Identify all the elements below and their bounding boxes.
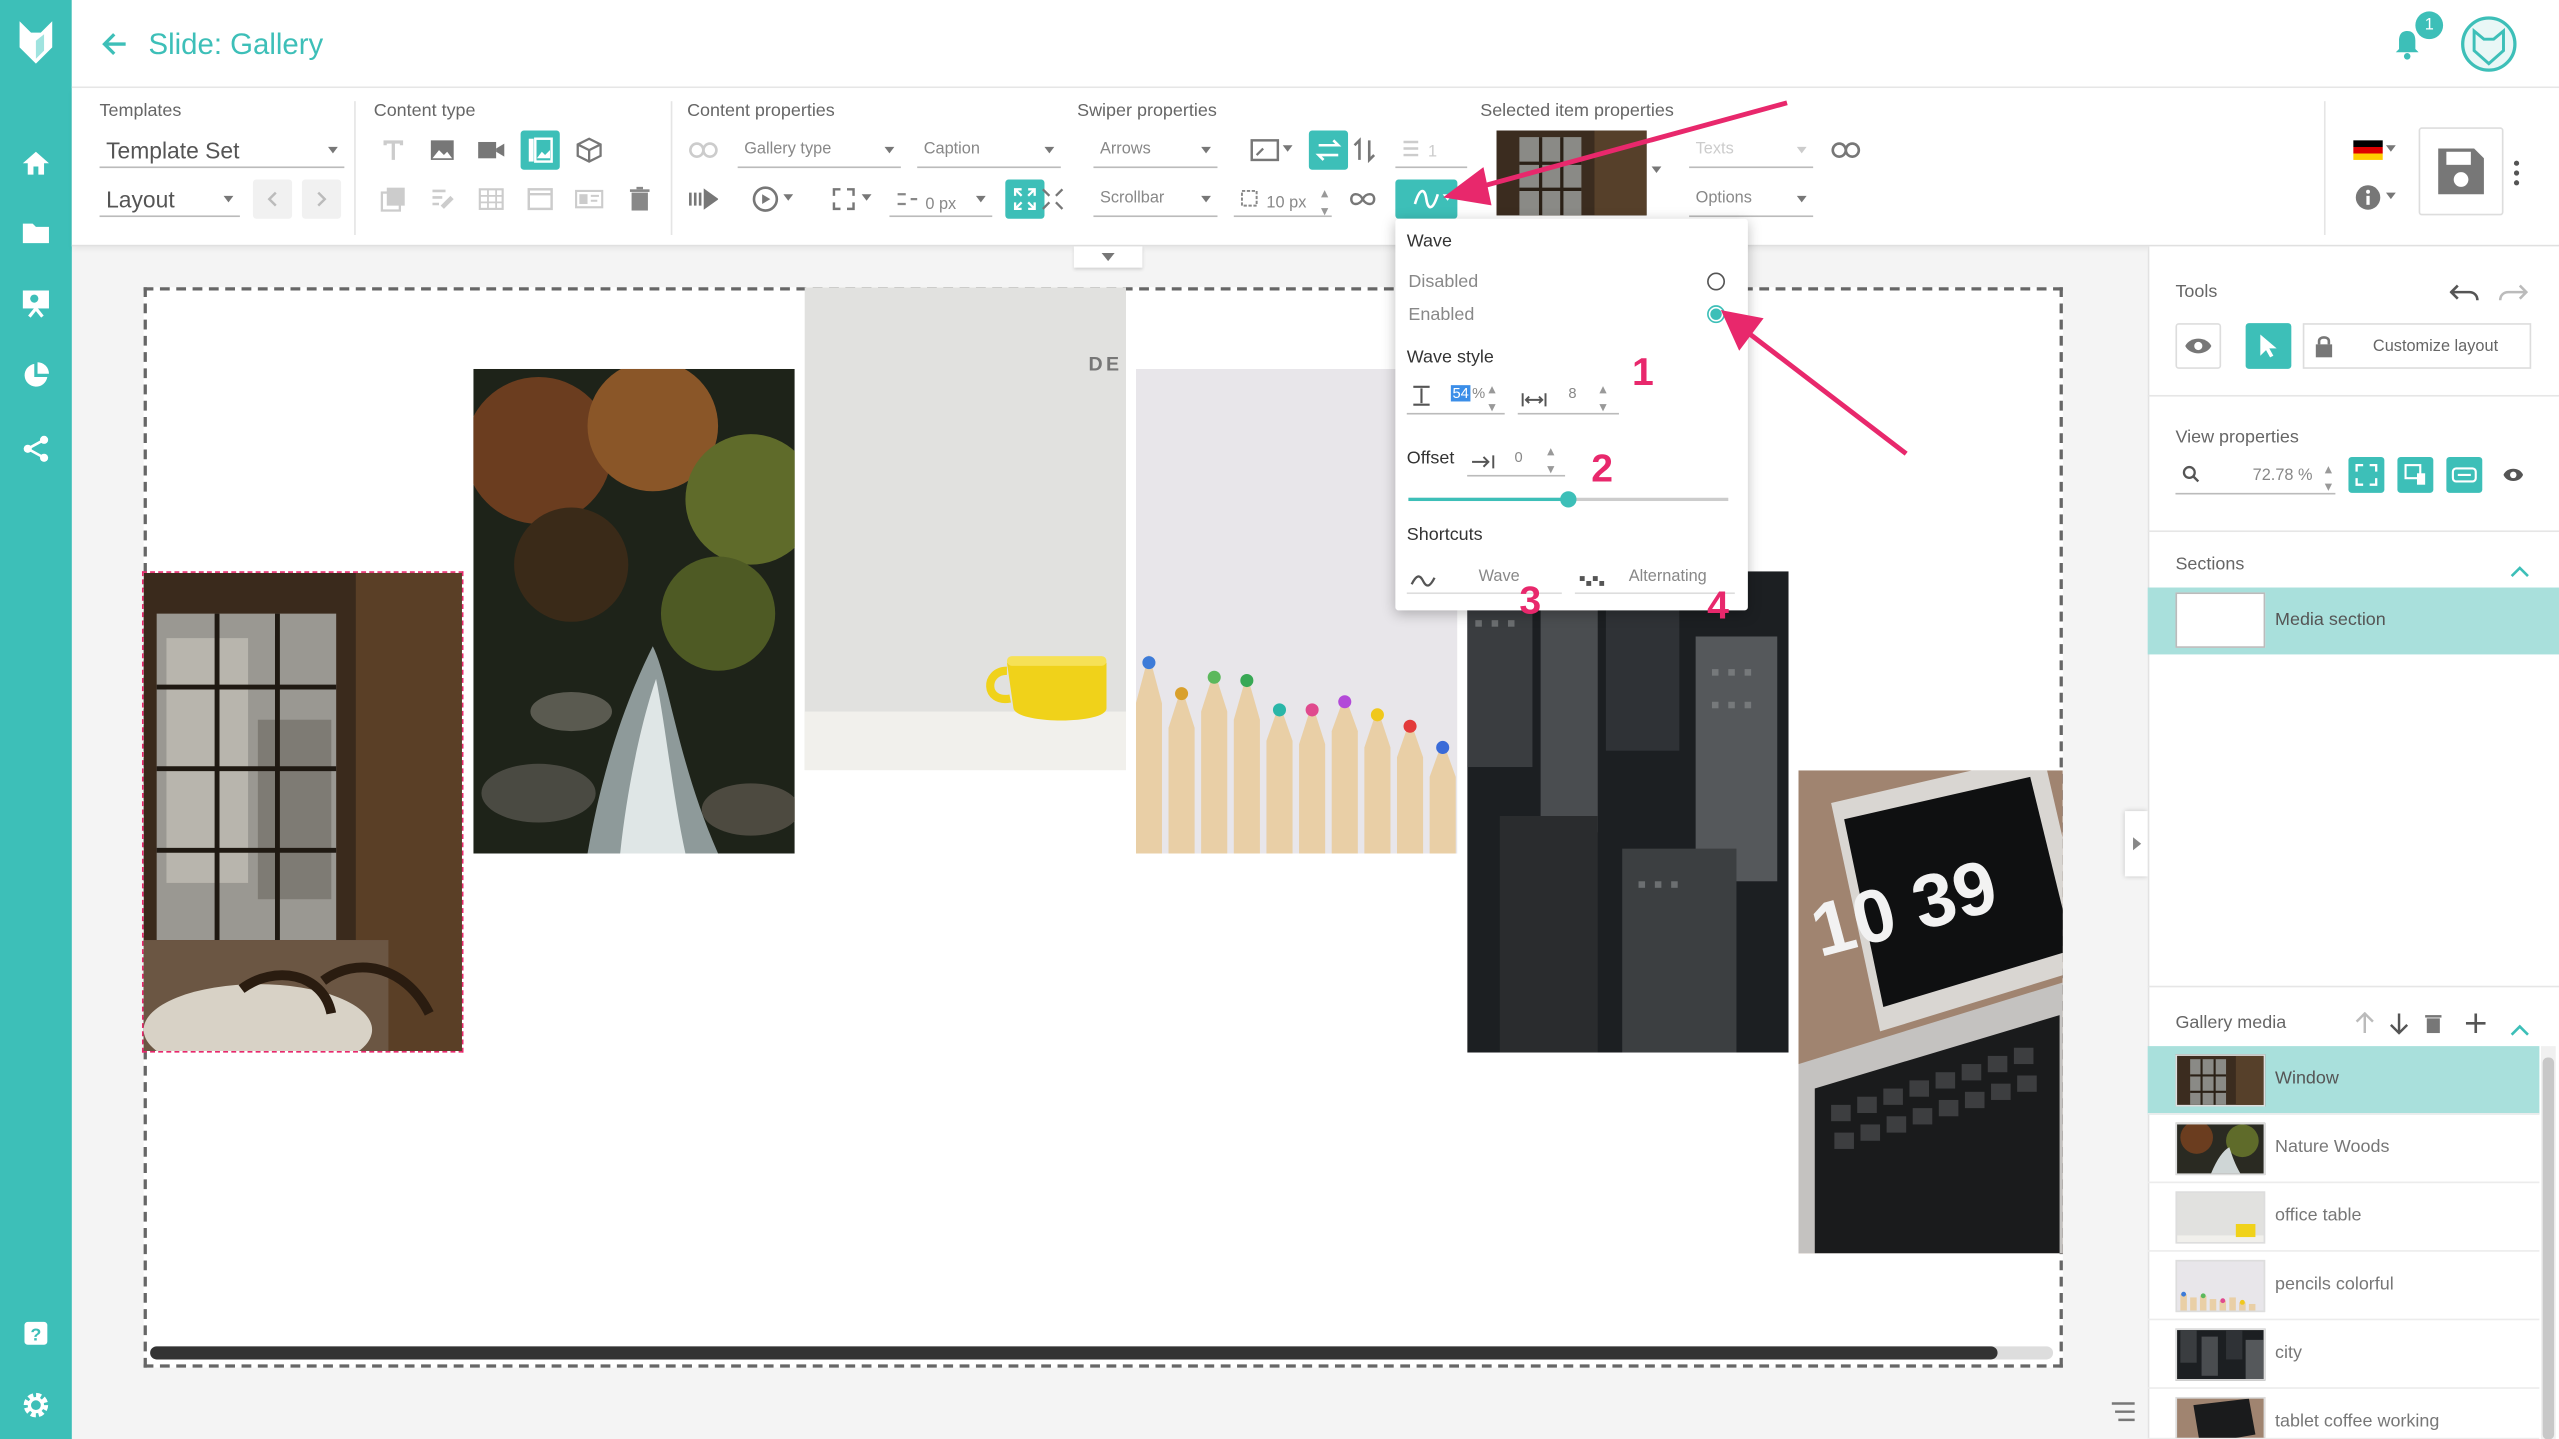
annotation-number-4: 4 (1707, 584, 1729, 629)
annotation-number-1: 1 (1632, 350, 1654, 395)
annotation-number-2: 2 (1591, 447, 1614, 492)
arrowhead-icon (1720, 310, 1764, 351)
annotation-arrows-overlay (1443, 100, 1908, 456)
arrowhead-icon (1443, 167, 1492, 206)
arrow-to-enabled-radio (1744, 329, 1908, 456)
annotation-number-3: 3 (1519, 579, 1542, 624)
arrow-to-wave-button (1476, 100, 1788, 191)
